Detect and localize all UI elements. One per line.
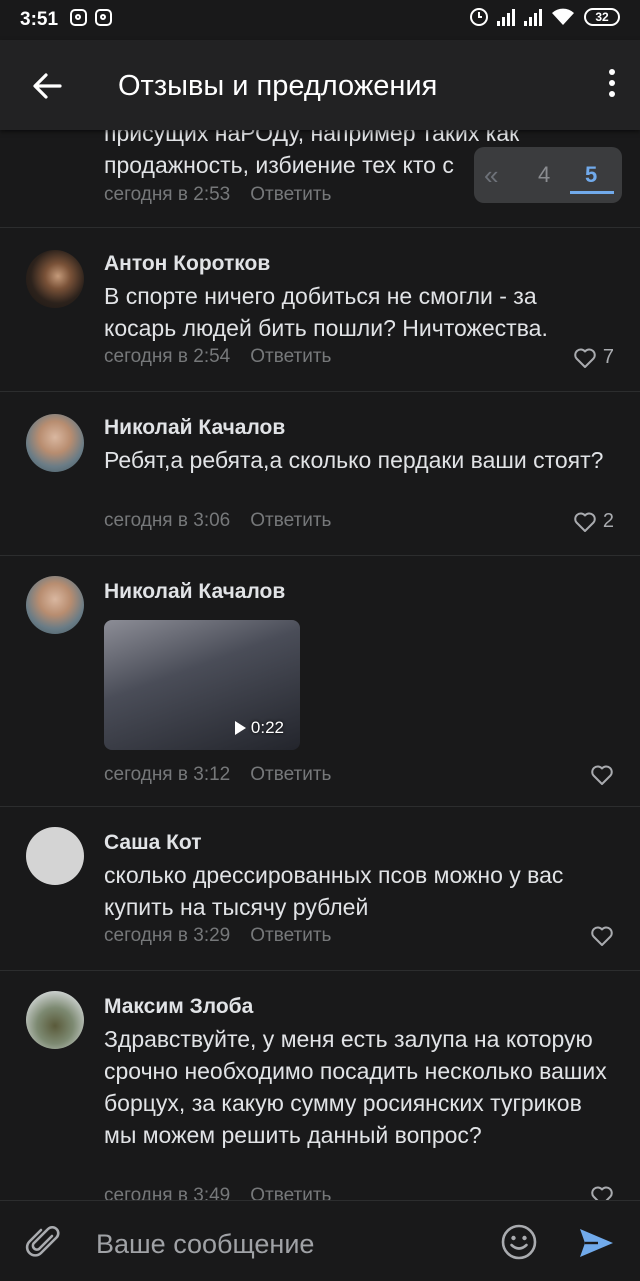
avatar[interactable] <box>26 991 84 1049</box>
signal-icon <box>524 8 542 26</box>
heart-icon <box>574 348 596 368</box>
instagram-icon <box>95 9 112 26</box>
status-time: 3:51 <box>20 9 59 30</box>
wifi-icon <box>551 8 575 26</box>
divider <box>0 391 640 392</box>
instagram-icon <box>70 9 87 26</box>
battery-icon: 32 <box>584 8 620 26</box>
comment-time: сегодня в 2:53 <box>104 184 231 205</box>
comment-time: сегодня в 3:06 <box>104 510 231 531</box>
like-button[interactable]: 7 <box>573 346 614 369</box>
system-icons: 32 <box>470 8 620 26</box>
comment-author[interactable]: Максим Злоба <box>104 995 253 1019</box>
divider <box>0 806 640 807</box>
smiley-icon <box>501 1224 537 1260</box>
emoji-button[interactable] <box>500 1223 538 1261</box>
avatar[interactable] <box>26 250 84 308</box>
comment-meta: сегодня в 2:54 Ответить <box>104 346 331 368</box>
comment-meta: сегодня в 3:06 Ответить <box>104 510 331 532</box>
heart-icon <box>591 1186 613 1200</box>
reply-button[interactable]: Ответить <box>250 510 331 531</box>
divider <box>0 970 640 971</box>
comment-time: сегодня в 3:49 <box>104 1185 231 1200</box>
status-bar: 3:51 32 <box>0 0 640 40</box>
more-vertical-icon <box>606 69 618 97</box>
avatar[interactable] <box>26 576 84 634</box>
page-title: Отзывы и предложения <box>118 70 438 102</box>
comment-time: сегодня в 3:12 <box>104 764 231 785</box>
divider <box>0 555 640 556</box>
like-count: 7 <box>602 346 614 368</box>
comment-meta: сегодня в 3:49 Ответить <box>104 1185 331 1200</box>
avatar[interactable] <box>26 414 84 472</box>
like-button[interactable]: 2 <box>573 510 614 533</box>
comment-author[interactable]: Саша Кот <box>104 831 202 855</box>
more-menu-button[interactable] <box>606 69 618 101</box>
app-header: Отзывы и предложения <box>0 40 640 130</box>
reply-button[interactable]: Ответить <box>250 184 331 205</box>
page-4-button[interactable]: 4 <box>538 162 550 188</box>
comment-meta: сегодня в 2:53 Ответить <box>104 184 331 206</box>
reply-button[interactable]: Ответить <box>250 925 331 946</box>
video-attachment[interactable]: 0:22 <box>104 620 300 750</box>
reply-button[interactable]: Ответить <box>250 346 331 367</box>
signal-icon <box>497 8 515 26</box>
comment-text: Ребят,а ребята,а сколько пердаки ваши ст… <box>104 447 604 473</box>
play-icon <box>234 721 246 735</box>
comment-meta: сегодня в 3:29 Ответить <box>104 925 331 947</box>
paperclip-icon <box>25 1226 60 1257</box>
divider <box>0 227 640 228</box>
comment-author[interactable]: Николай Качалов <box>104 580 285 604</box>
heart-icon <box>591 926 613 946</box>
page-switcher: « 4 5 <box>474 147 622 203</box>
attach-button[interactable] <box>24 1223 64 1263</box>
heart-icon <box>591 765 613 785</box>
comment-author[interactable]: Антон Коротков <box>104 252 270 276</box>
comment-text: Здравствуйте, у меня есть залупа на кото… <box>104 1026 607 1148</box>
alarm-icon <box>470 8 488 26</box>
reply-button[interactable]: Ответить <box>250 764 331 785</box>
first-page-button[interactable]: « <box>484 160 498 191</box>
like-button[interactable] <box>590 764 614 786</box>
comment-text: В спорте ничего добиться не смогли - за … <box>104 283 548 341</box>
like-button[interactable] <box>590 925 614 947</box>
video-duration: 0:22 <box>234 718 284 738</box>
notification-icons <box>70 9 112 26</box>
comment-time: сегодня в 2:54 <box>104 346 231 367</box>
message-input[interactable] <box>94 1223 478 1265</box>
arrow-left-icon <box>33 73 62 99</box>
comments-feed[interactable]: присущих наРОДу, например таких как прод… <box>0 130 640 1200</box>
reply-button[interactable]: Ответить <box>250 1185 331 1200</box>
heart-icon <box>574 512 596 532</box>
comment-text: сколько дрессированных псов можно у вас … <box>104 862 564 920</box>
current-page-indicator <box>570 191 614 194</box>
page-5-button[interactable]: 5 <box>585 162 597 188</box>
comment-time: сегодня в 3:29 <box>104 925 231 946</box>
avatar[interactable] <box>26 827 84 885</box>
message-composer <box>0 1200 640 1281</box>
send-button[interactable] <box>576 1223 616 1263</box>
back-button[interactable] <box>26 64 70 108</box>
like-count: 2 <box>602 510 614 532</box>
send-icon <box>580 1229 613 1257</box>
comment-meta: сегодня в 3:12 Ответить <box>104 764 331 786</box>
comment-author[interactable]: Николай Качалов <box>104 416 285 440</box>
like-button[interactable] <box>590 1185 614 1200</box>
video-duration-label: 0:22 <box>250 718 284 737</box>
